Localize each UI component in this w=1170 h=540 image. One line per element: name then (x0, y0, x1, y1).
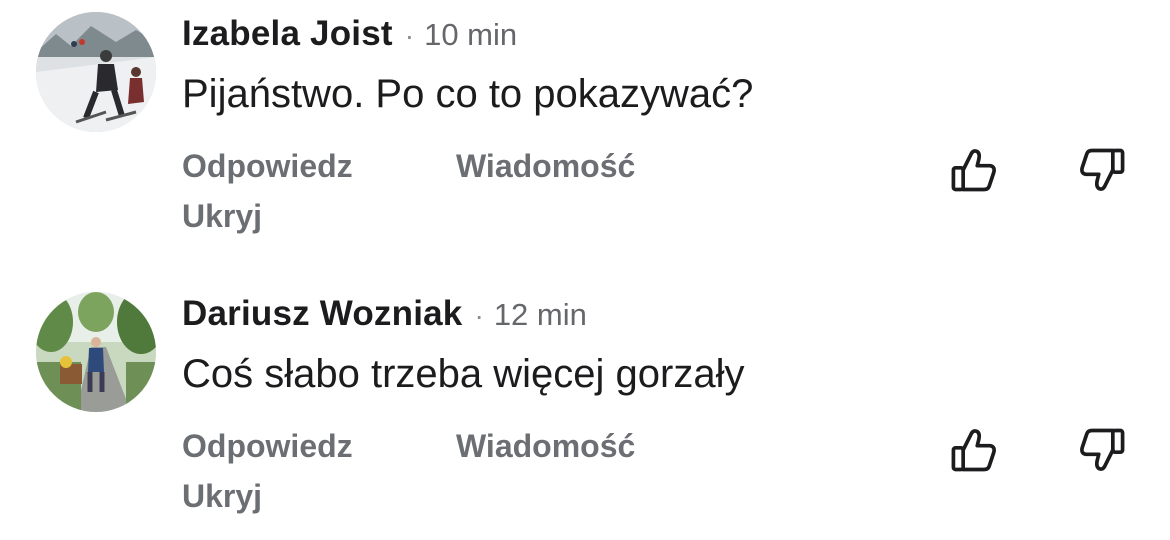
avatar[interactable] (36, 12, 156, 132)
author-name[interactable]: Dariusz Wozniak (182, 294, 462, 334)
thumbs-up-icon[interactable] (948, 144, 1000, 196)
comment-text: Coś słabo trzeba więcej gorzały (182, 352, 745, 396)
comment-text: Pijaństwo. Po co to pokazywać? (182, 72, 754, 116)
timestamp: 12 min (493, 297, 587, 332)
comment-item: Izabela Joist · 10 min Pijaństwo. Po co … (0, 0, 1170, 260)
thumbs-down-icon[interactable] (1076, 144, 1128, 196)
avatar[interactable] (36, 292, 156, 412)
thumbs-down-icon[interactable] (1076, 424, 1128, 476)
thumbs-up-icon[interactable] (948, 424, 1000, 476)
meta-separator: · (474, 300, 484, 331)
park-photo-avatar (36, 292, 156, 412)
message-button[interactable]: Wiadomość (456, 428, 635, 465)
comment-item: Dariusz Wozniak · 12 min Coś słabo trzeb… (0, 280, 1170, 540)
reply-button[interactable]: Odpowiedz (182, 428, 353, 465)
reply-button[interactable]: Odpowiedz (182, 148, 353, 185)
author-name[interactable]: Izabela Joist (182, 14, 393, 54)
comment-meta: Izabela Joist · 10 min (182, 14, 517, 58)
comment-meta: Dariusz Wozniak · 12 min (182, 294, 587, 338)
meta-separator: · (404, 20, 415, 51)
message-button[interactable]: Wiadomość (456, 148, 635, 185)
timestamp: 10 min (424, 17, 518, 52)
skier-photo-avatar (36, 12, 156, 132)
hide-button[interactable]: Ukryj (182, 478, 262, 515)
hide-button[interactable]: Ukryj (182, 198, 262, 235)
